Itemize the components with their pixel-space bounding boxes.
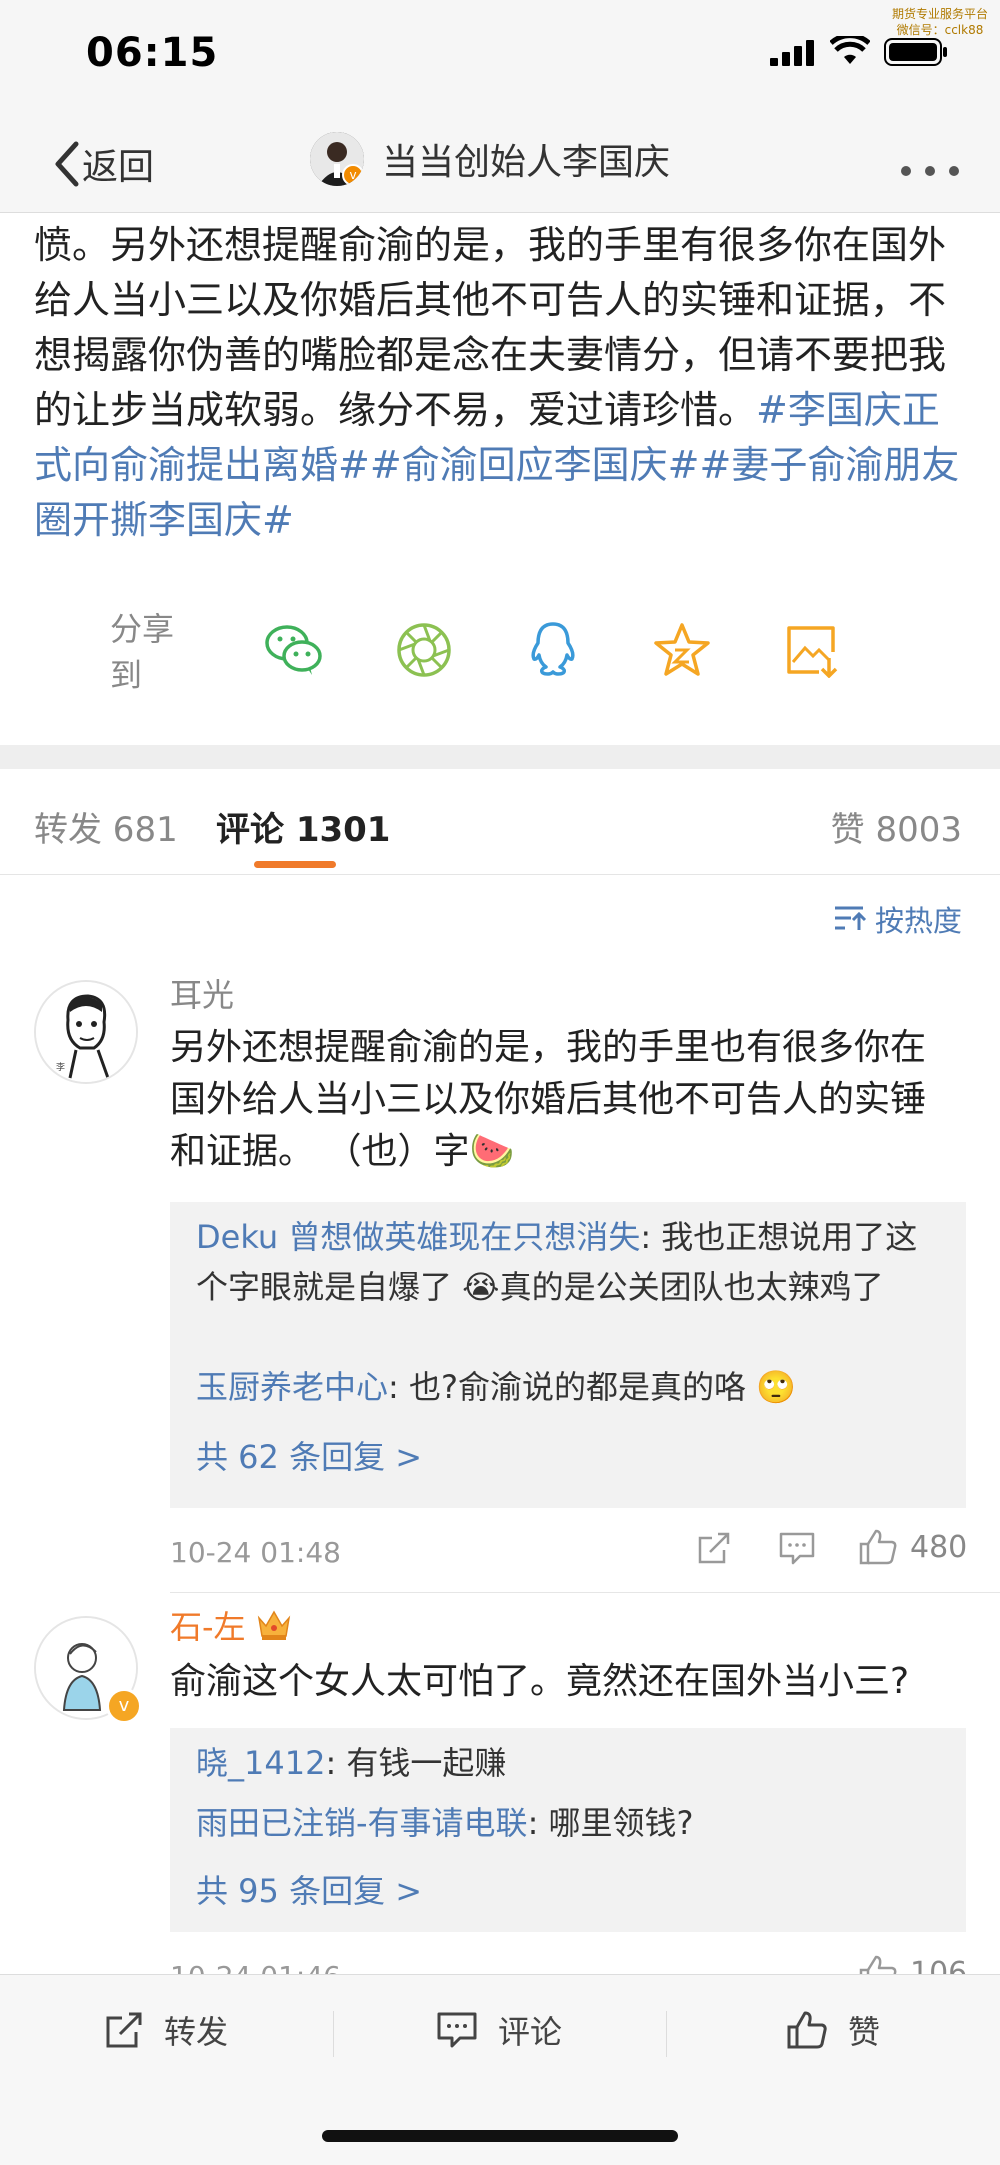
repost-label: 转发 (164, 2013, 229, 2051)
save-image-icon[interactable] (781, 620, 840, 680)
avatar: v (310, 132, 364, 186)
chevron-left-icon (55, 141, 79, 187)
reply-author[interactable]: 晓_1412 (196, 1744, 325, 1782)
watermark-line-2: 微信号：cclk88 (896, 23, 984, 37)
qq-icon[interactable] (523, 620, 582, 680)
comment-item: v 石-左 俞渝这个女人太可怕了。竟然还在国外当小三? 晓_1412: 有钱一起… (0, 1600, 1000, 1993)
sort-by-hot-button[interactable]: 按热度 (833, 898, 962, 940)
back-button[interactable]: 返回 (50, 138, 154, 190)
post-body: 愤。另外还想提醒俞渝的是，我的手里有很多你在国外给人当小三以及你婚后其他不可告人… (34, 218, 974, 548)
reply-line: 玉厨养老中心: 也?俞渝说的都是真的咯 🙄 (196, 1362, 946, 1412)
thumbs-up-icon (787, 2011, 827, 2049)
signal-icon (770, 40, 816, 70)
share-icon (698, 1532, 730, 1564)
moments-icon[interactable] (394, 620, 453, 680)
comment-divider (170, 1592, 1000, 1593)
wechat-icon[interactable] (264, 620, 324, 680)
reply-line: Deku 曾想做英雄现在只想消失: 我也正想说用了这个字眼就是自爆了 😭真的是公… (196, 1212, 946, 1312)
reply-text: : 哪里领钱? (527, 1804, 694, 1842)
share-label: 分享到 (110, 610, 175, 694)
battery-icon (884, 38, 948, 70)
sort-icon (834, 906, 867, 930)
svg-text:李: 李 (56, 1061, 65, 1073)
sort-label: 按热度 (874, 904, 962, 938)
vip-crown-icon (257, 1610, 290, 1640)
status-bar: 06:15 期货专业服务平台 微信号：cclk88 (0, 0, 1000, 110)
bar-separator (666, 2011, 667, 2057)
reply-text: : 也?俞渝说的都是真的咯 🙄 (388, 1368, 796, 1406)
more-options-button[interactable] (900, 150, 960, 185)
active-tab-indicator (254, 861, 336, 868)
comment-item: 李 耳光 另外还想提醒俞渝的是，我的手里也有很多你在国外给人当小三以及你婚后其他… (0, 970, 1000, 1590)
share-row: 分享到 (110, 610, 910, 694)
reply-box[interactable]: 晓_1412: 有钱一起赚 雨田已注销-有事请电联: 哪里领钱? 共 95 条回… (170, 1728, 966, 1932)
tab-like[interactable]: 赞 8003 (831, 802, 962, 851)
reply-text: : 有钱一起赚 (325, 1744, 507, 1782)
reply-box[interactable]: Deku 曾想做英雄现在只想消失: 我也正想说用了这个字眼就是自爆了 😭真的是公… (170, 1202, 966, 1508)
reply-author[interactable]: 雨田已注销-有事请电联 (196, 1804, 528, 1842)
comment-bubble-icon (779, 1532, 815, 1565)
comment-text: 另外还想提醒俞渝的是，我的手里也有很多你在国外给人当小三以及你婚后其他不可告人的… (170, 1027, 927, 1172)
wifi-icon (829, 33, 871, 70)
favorite-star-icon[interactable] (652, 620, 711, 680)
section-divider (0, 745, 1000, 769)
reply-line: 雨田已注销-有事请电联: 哪里领钱? (196, 1798, 946, 1848)
more-replies-link[interactable]: 共 95 条回复 > (196, 1866, 422, 1912)
tab-comment[interactable]: 评论 1301 (216, 802, 390, 851)
clock: 06:15 (86, 30, 219, 76)
more-dots-icon (901, 166, 959, 176)
share-comment-button[interactable] (696, 1530, 732, 1566)
like-count: 480 (910, 1529, 968, 1565)
bar-separator (333, 2011, 334, 2057)
comment-label: 评论 (498, 2013, 563, 2051)
avatar[interactable]: 李 (34, 980, 138, 1084)
tab-bar: 转发 681 评论 1301 赞 8003 (0, 770, 1000, 875)
thumbs-up-icon (859, 1529, 897, 1565)
watermark: 期货专业服务平台 微信号：cclk88 (892, 6, 988, 38)
like-button[interactable]: 赞 (786, 2007, 880, 2053)
reply-line: 晓_1412: 有钱一起赚 (196, 1738, 946, 1788)
comment-button[interactable]: 评论 (436, 2007, 562, 2053)
back-label: 返回 (82, 147, 155, 188)
repost-button[interactable]: 转发 (104, 2007, 228, 2053)
reply-author[interactable]: 玉厨养老中心 (196, 1368, 388, 1406)
page-title: 当当创始人李国庆 (382, 142, 671, 183)
reply-comment-button[interactable] (778, 1530, 816, 1566)
more-replies-link[interactable]: 共 62 条回复 > (196, 1432, 422, 1478)
verified-badge-icon: v (342, 164, 364, 186)
profile-title[interactable]: v 当当创始人李国庆 (310, 132, 670, 186)
home-indicator[interactable] (322, 2130, 678, 2142)
comment-bubble-icon (437, 2012, 477, 2048)
reply-author[interactable]: Deku 曾想做英雄现在只想消失 (196, 1218, 640, 1256)
nav-bar: 返回 v 当当创始人李国庆 (0, 110, 1000, 213)
share-icon (106, 2012, 142, 2048)
watermark-line-1: 期货专业服务平台 (891, 7, 988, 21)
comment-author[interactable]: 石-左 (170, 1602, 246, 1648)
verified-badge-icon: v (106, 1688, 142, 1724)
tab-repost[interactable]: 转发 681 (34, 802, 178, 851)
like-comment-button[interactable]: 480 (858, 1528, 967, 1566)
comment-text: 俞渝这个女人太可怕了。竟然还在国外当小三? (170, 1661, 910, 1702)
comment-author-row[interactable]: 石-左 (170, 1602, 292, 1648)
like-label: 赞 (848, 2013, 881, 2051)
comment-timestamp: 10-24 01:48 (170, 1536, 341, 1569)
comment-author[interactable]: 耳光 (170, 970, 234, 1016)
